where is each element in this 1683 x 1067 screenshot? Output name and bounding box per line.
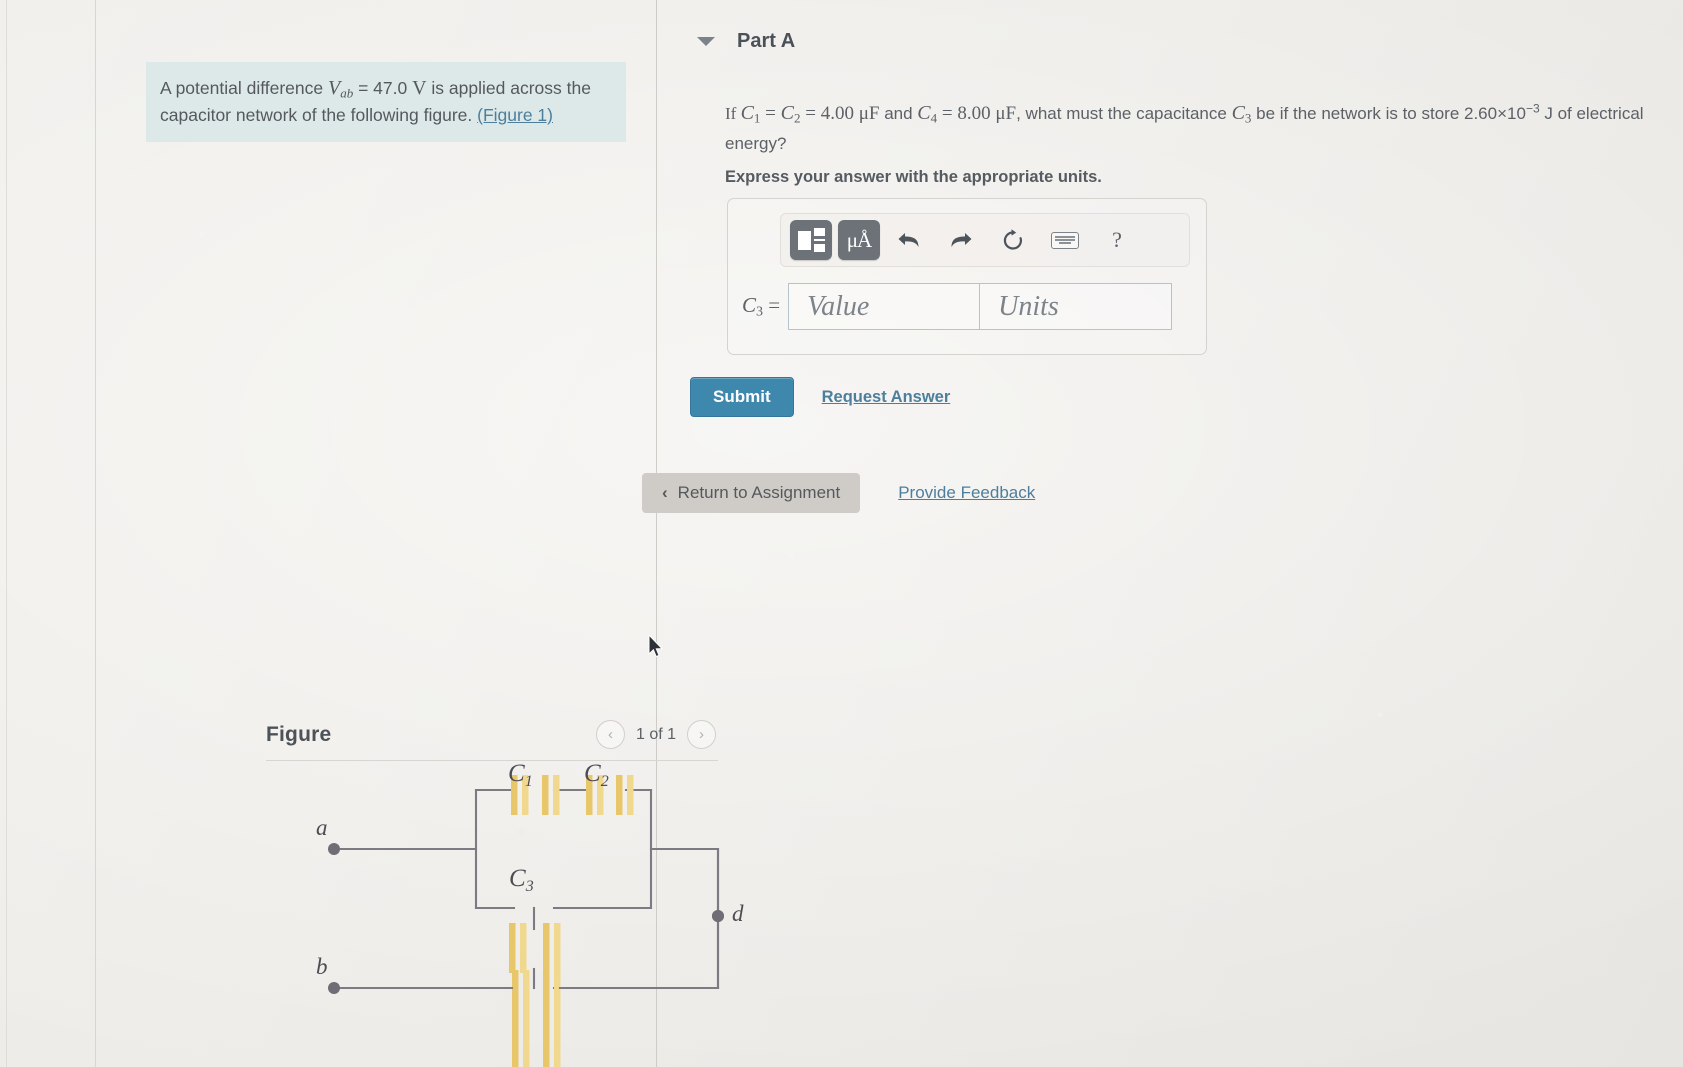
figure-prev-button[interactable]: ‹ <box>595 720 625 749</box>
figure-label-C2: C2 <box>584 760 609 790</box>
express-answer-instruction: Express your answer with the appropriate… <box>725 168 1102 186</box>
far-left-edge-rule <box>6 0 7 1067</box>
math-toolbar: μÅ ? <box>780 213 1190 267</box>
reset-button[interactable] <box>990 220 1036 260</box>
keyboard-icon <box>1051 231 1079 249</box>
answer-field-row: C3 = Value Units <box>742 283 1173 330</box>
units-placeholder: Units <box>998 290 1059 322</box>
value-input[interactable]: Value <box>788 283 981 330</box>
node-a-dot <box>328 843 340 855</box>
redo-button[interactable] <box>938 220 984 260</box>
prompt-symbol-V: V <box>328 77 341 99</box>
right-panel: Part A If C1 = C2 = 4.00 μF and C4 = 8.0… <box>642 0 1683 1067</box>
capacitor-C3-plates <box>509 923 561 973</box>
figure-title: Figure <box>266 722 332 746</box>
prompt-text-mid: = 47.0 <box>353 78 413 98</box>
q-c4: C <box>917 102 931 124</box>
q-c3: C <box>1231 102 1245 124</box>
problem-statement: A potential difference Vab = 47.0 V is a… <box>146 62 626 143</box>
undo-icon <box>898 233 919 247</box>
part-a-header[interactable]: Part A <box>697 30 795 53</box>
chevron-left-icon: ‹ <box>607 726 613 743</box>
micro-angstrom-icon: μÅ <box>846 227 872 252</box>
figure-header: Figure ‹ 1 of 1 › <box>266 720 716 749</box>
submit-button[interactable]: Submit <box>690 377 794 417</box>
q-energy-value: be if the network is to store 2.60×10 <box>1251 104 1526 123</box>
capacitor-C4-plates <box>512 970 561 1067</box>
figure-1-link[interactable]: (Figure 1) <box>477 105 553 125</box>
request-answer-link[interactable]: Request Answer <box>822 388 951 407</box>
help-button[interactable]: ? <box>1094 220 1140 260</box>
math-template-button[interactable] <box>790 220 832 260</box>
part-title: Part A <box>737 30 796 52</box>
chevron-left-icon: ‹ <box>662 483 668 502</box>
caret-down-icon[interactable] <box>697 37 715 46</box>
submit-row: Submit Request Answer <box>690 377 950 417</box>
undo-button[interactable] <box>886 220 932 260</box>
figure-label-C1: C1 <box>508 760 533 790</box>
q-energy-exponent: −3 <box>1525 101 1540 116</box>
return-to-assignment-label: Return to Assignment <box>677 483 841 502</box>
q-c2: C <box>780 102 794 124</box>
units-input[interactable]: Units <box>980 283 1173 330</box>
math-template-icon <box>797 228 825 252</box>
q-unit-microfarad-2: μF <box>995 103 1017 124</box>
provide-feedback-link[interactable]: Provide Feedback <box>898 483 1035 503</box>
figure-label-C3: C3 <box>509 865 534 895</box>
reset-icon <box>1003 229 1023 250</box>
figure-label-a: a <box>316 815 328 840</box>
q-prefix: If <box>725 104 741 123</box>
prompt-unit-volts: V <box>412 77 427 99</box>
return-to-assignment-button[interactable]: ‹ Return to Assignment <box>642 473 861 513</box>
units-button[interactable]: μÅ <box>838 220 880 260</box>
figure-label-b: b <box>316 954 328 979</box>
prompt-symbol-subscript: ab <box>340 85 354 101</box>
keyboard-button[interactable] <box>1042 220 1088 260</box>
q-c1: C <box>740 102 754 124</box>
answer-field-label: C3 = <box>742 292 781 320</box>
mouse-cursor <box>648 635 664 658</box>
question-mark-icon: ? <box>1112 227 1122 252</box>
figure-header-rule <box>266 760 718 761</box>
left-panel: A potential difference Vab = 47.0 V is a… <box>96 0 744 1067</box>
prompt-text-before: A potential difference <box>160 78 328 98</box>
node-b-dot <box>328 982 340 994</box>
bottom-actions-row: ‹ Return to Assignment Provide Feedback <box>642 473 1035 513</box>
value-placeholder: Value <box>807 290 870 322</box>
answer-card: μÅ ? C3 = Value Units <box>727 198 1207 355</box>
redo-icon <box>951 233 972 247</box>
q-unit-microfarad-1: μF <box>858 103 880 124</box>
question-text: If C1 = C2 = 4.00 μF and C4 = 8.00 μF, w… <box>725 101 1644 154</box>
